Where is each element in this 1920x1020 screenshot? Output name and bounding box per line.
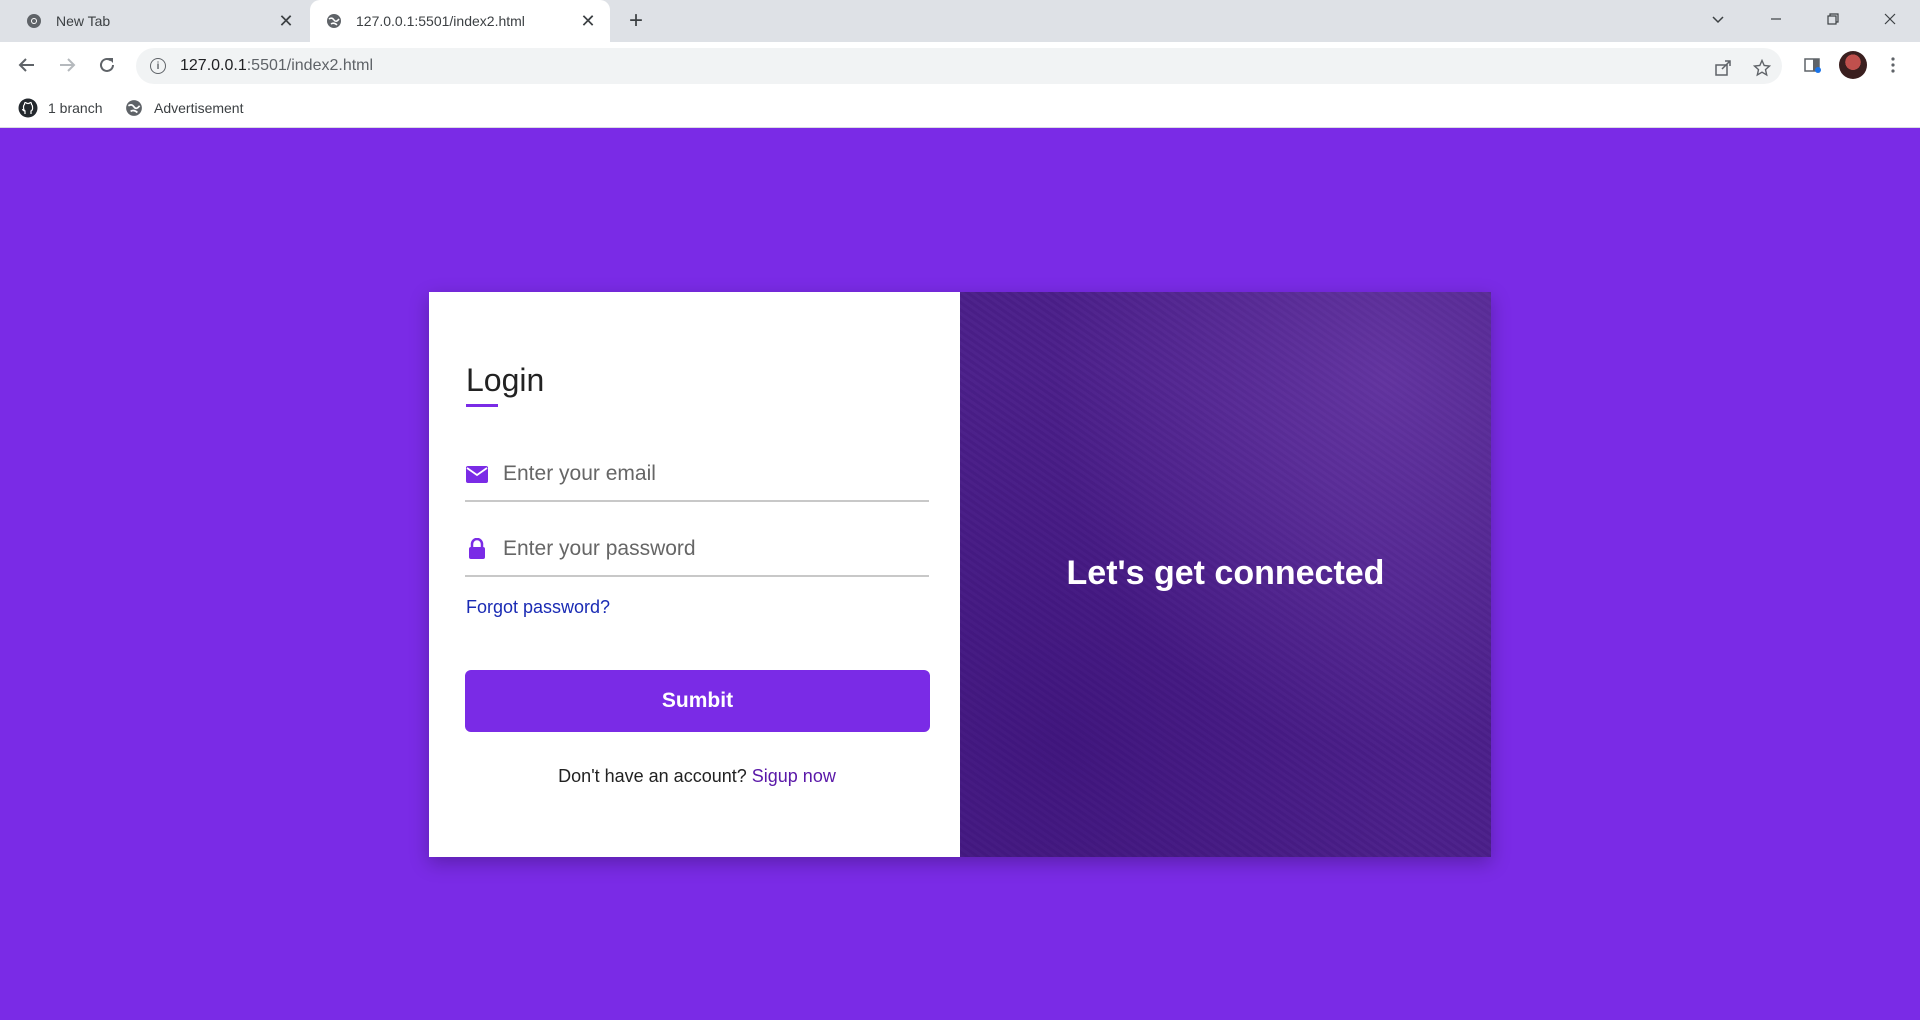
tab-search-chevron-icon[interactable]: [1690, 0, 1746, 38]
bookmark-1-branch[interactable]: 1 branch: [18, 97, 102, 119]
tab-strip: New Tab ✕ 127.0.0.1:5501/index2.html ✕ +: [0, 0, 1920, 42]
envelope-icon: [465, 462, 489, 486]
bookmark-star-icon[interactable]: [1750, 56, 1774, 80]
close-tab-icon[interactable]: ✕: [274, 9, 298, 33]
site-info-icon[interactable]: i: [150, 58, 166, 74]
page-title: Login: [466, 362, 545, 398]
lock-icon: [465, 537, 489, 561]
restore-icon[interactable]: [1805, 0, 1861, 38]
page-background: Login Forgot password? Sumbit Don't have…: [0, 128, 1920, 1020]
close-tab-icon[interactable]: ✕: [576, 9, 600, 33]
new-tab-button[interactable]: +: [622, 7, 650, 34]
share-icon[interactable]: [1711, 56, 1735, 80]
bookmark-label: Advertisement: [154, 100, 244, 116]
url-host: 127.0.0.1: [180, 57, 247, 74]
password-input[interactable]: [503, 531, 923, 567]
signup-prompt: Don't have an account?: [558, 766, 747, 786]
forward-icon[interactable]: [52, 50, 82, 80]
tab-new-tab[interactable]: New Tab ✕: [10, 0, 308, 42]
github-icon: [18, 98, 38, 118]
bookmark-label: 1 branch: [48, 100, 103, 116]
signup-link[interactable]: Sigup now: [752, 766, 836, 786]
avatar[interactable]: [1839, 51, 1867, 79]
globe-icon: [124, 98, 144, 118]
globe-icon: [326, 13, 342, 29]
signup-line: Don't have an account? Sigup now: [429, 766, 965, 787]
menu-kebab-icon[interactable]: [1878, 50, 1908, 80]
bookmark-advertisement[interactable]: Advertisement: [124, 97, 243, 119]
side-panel-icon[interactable]: [1797, 50, 1827, 80]
browser-toolbar: i 127.0.0.1:5501/index2.html: [0, 42, 1920, 89]
tab-title: New Tab: [56, 13, 111, 29]
tab-title: 127.0.0.1:5501/index2.html: [356, 13, 525, 29]
reload-icon[interactable]: [92, 50, 122, 80]
promo-tagline: Let's get connected: [1066, 554, 1385, 592]
tab-index2[interactable]: 127.0.0.1:5501/index2.html ✕: [310, 0, 610, 42]
address-bar[interactable]: i 127.0.0.1:5501/index2.html: [136, 48, 1782, 84]
password-field: [465, 521, 929, 577]
promo-panel: Let's get connected: [960, 292, 1491, 857]
close-window-icon[interactable]: [1862, 0, 1918, 38]
login-form: Login Forgot password? Sumbit Don't have…: [429, 292, 960, 857]
bookmarks-bar: 1 branch Advertisement: [0, 89, 1920, 128]
chrome-icon: [26, 13, 42, 29]
minimize-icon[interactable]: [1748, 0, 1804, 38]
submit-button[interactable]: Sumbit: [465, 670, 930, 732]
back-icon[interactable]: [12, 50, 42, 80]
title-underline: [466, 404, 498, 407]
email-field: [465, 446, 929, 502]
email-input[interactable]: [503, 456, 923, 492]
forgot-password-link[interactable]: Forgot password?: [466, 597, 610, 618]
url-path: :5501/index2.html: [246, 57, 374, 74]
login-card: Login Forgot password? Sumbit Don't have…: [429, 292, 1491, 857]
